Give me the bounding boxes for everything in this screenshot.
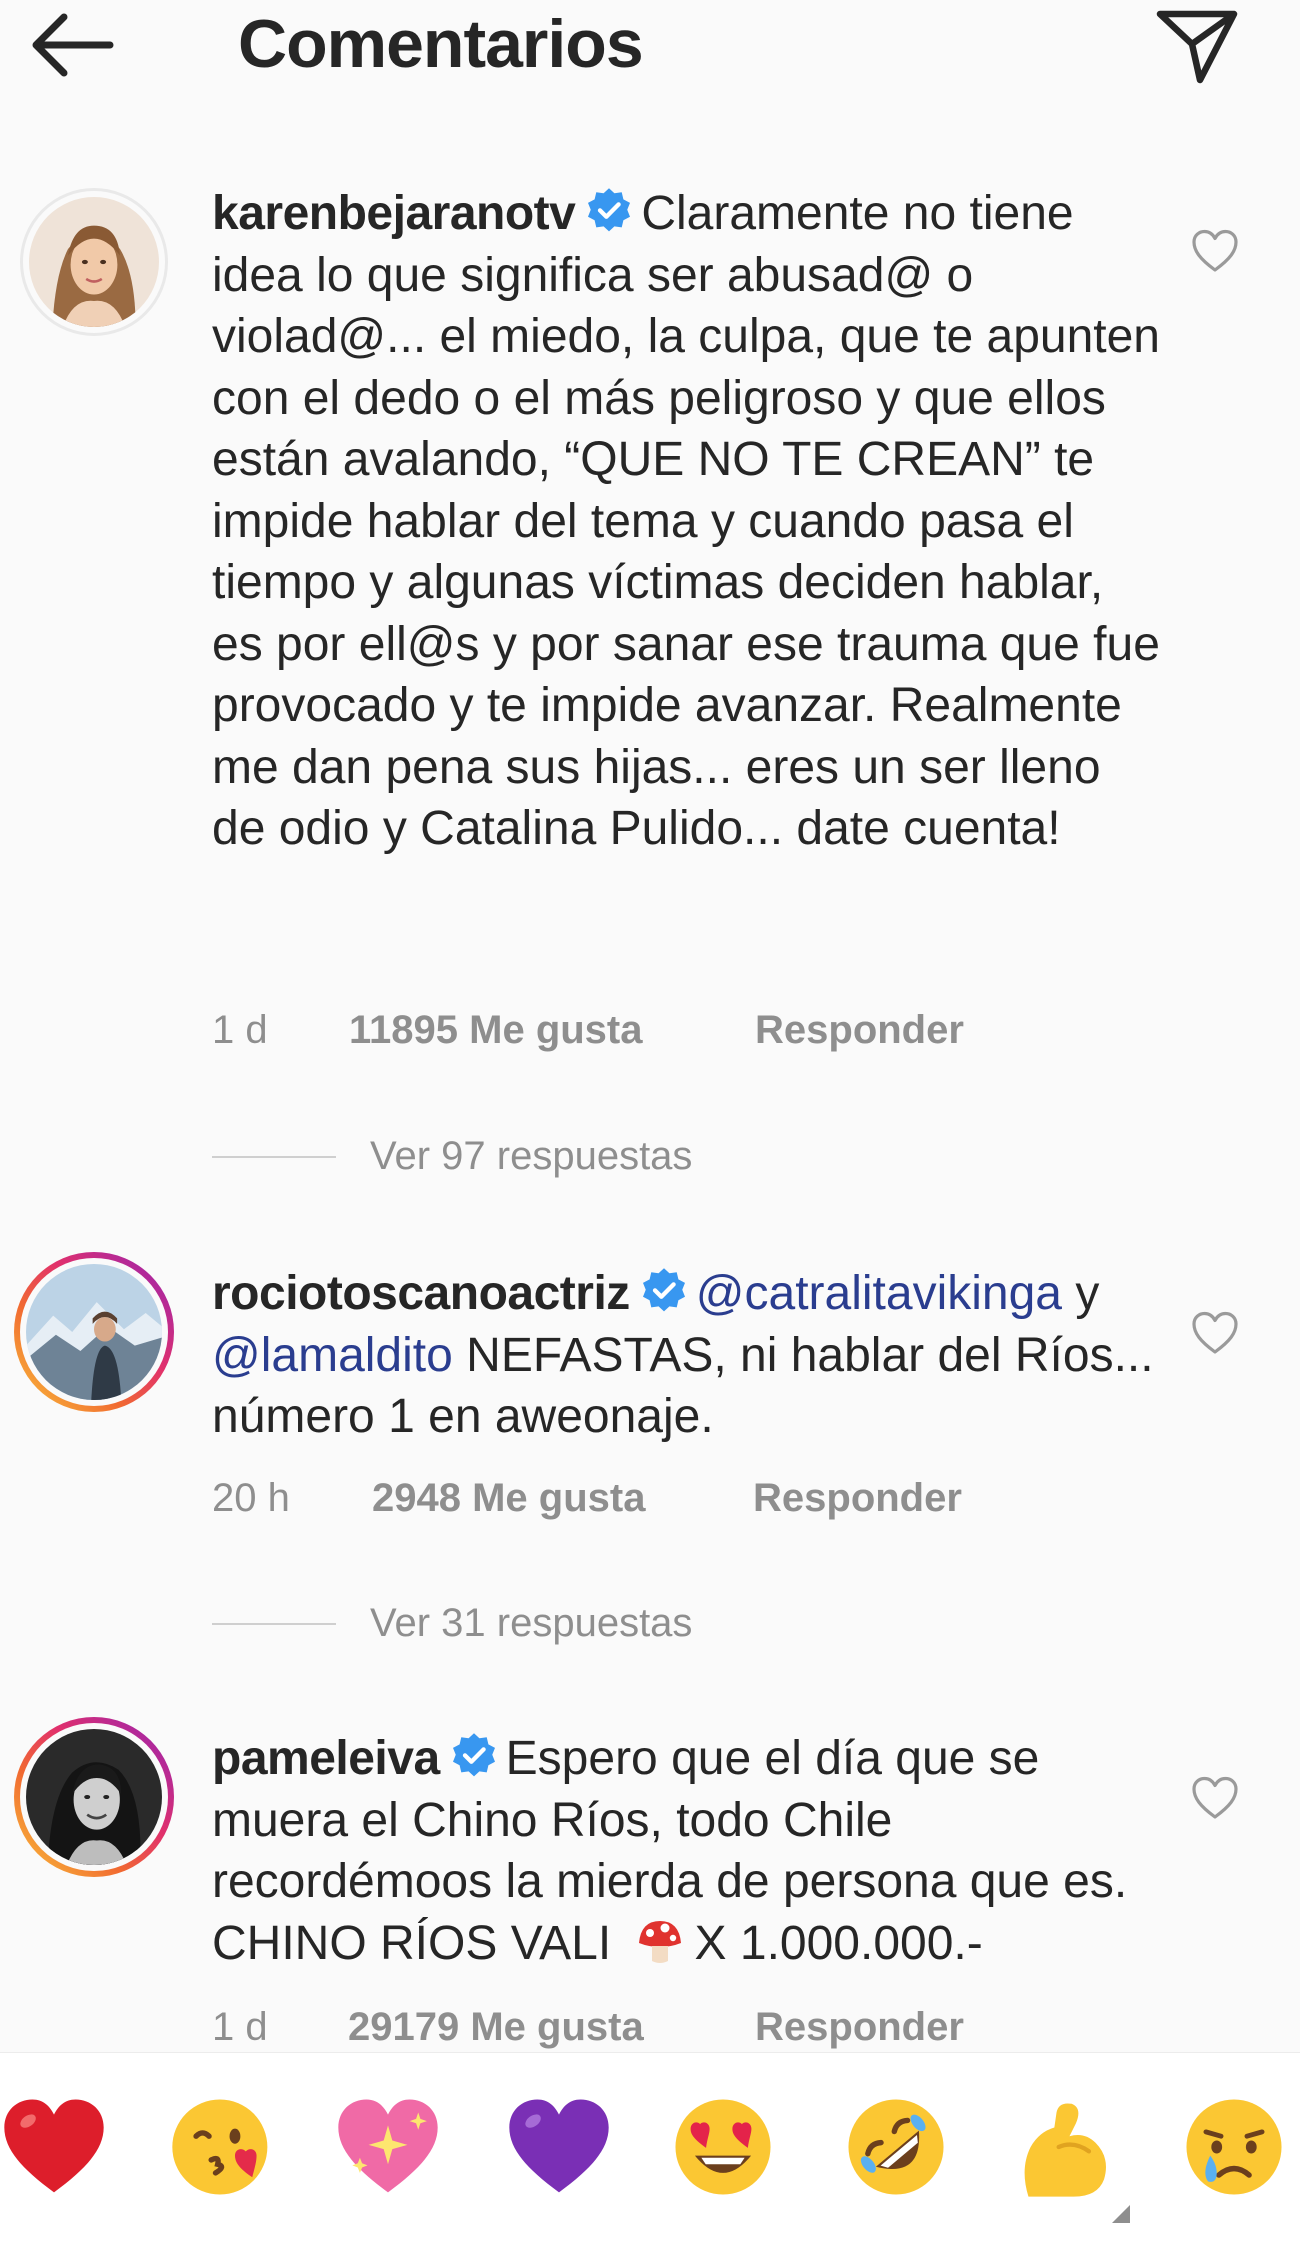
page-title: Comentarios [238, 6, 644, 82]
resize-handle-icon [1112, 2205, 1130, 2223]
heart-outline-icon [1192, 229, 1238, 272]
verified-badge-icon [642, 1268, 685, 1312]
avatar[interactable] [20, 188, 168, 336]
comment-username[interactable]: rociotoscanoactriz [212, 1267, 630, 1320]
comment-time: 1 d [212, 2005, 268, 2049]
arrow-left-icon [32, 13, 114, 77]
verified-badge-icon [588, 188, 631, 232]
face-blowing-kiss-emoji[interactable] [168, 2093, 276, 2201]
comment-text-after: X 1.000.000.- [694, 1916, 983, 1970]
reply-button[interactable]: Responder [755, 1008, 964, 1053]
like-button[interactable] [1190, 1310, 1240, 1356]
divider-line [212, 1156, 336, 1158]
comment-body: karenbejaranotv Claramente no tiene idea … [212, 183, 1162, 860]
avatar[interactable] [14, 1252, 174, 1412]
red-heart-emoji[interactable] [0, 2093, 108, 2201]
reply-button[interactable]: Responder [753, 1476, 962, 1521]
comment-username[interactable]: karenbejaranotv [212, 187, 576, 240]
heart-eyes-emoji[interactable] [669, 2093, 777, 2201]
comment-text: Claramente no tiene idea lo que signific… [212, 187, 1160, 855]
reply-button[interactable]: Responder [755, 2005, 964, 2050]
share-button[interactable] [1152, 4, 1242, 88]
verified-badge-icon [452, 1733, 495, 1777]
view-replies-label: Ver 97 respuestas [370, 1134, 693, 1178]
like-button[interactable] [1190, 228, 1240, 274]
view-replies-label: Ver 31 respuestas [370, 1601, 693, 1645]
header: Comentarios [0, 0, 1300, 90]
likes-count[interactable]: 29179 Me gusta [348, 2005, 644, 2050]
comment-username[interactable]: pameleiva [212, 1732, 440, 1785]
sparkling-heart-emoji[interactable] [334, 2093, 442, 2201]
like-button[interactable] [1190, 1775, 1240, 1821]
mushroom-emoji-icon [638, 1920, 681, 1963]
comment-body: rociotoscanoactriz @catralitavikinga y @l… [212, 1263, 1162, 1448]
divider-line [212, 1623, 336, 1625]
avatar[interactable] [14, 1717, 174, 1877]
purple-heart-emoji[interactable] [505, 2093, 613, 2201]
emoji-reaction-bar [0, 2052, 1300, 2252]
comment-time: 1 d [212, 1008, 268, 1052]
mention-link[interactable]: @lamaldito [212, 1329, 453, 1382]
back-button[interactable] [24, 5, 124, 85]
comment-connector: y [1075, 1267, 1100, 1320]
likes-count[interactable]: 2948 Me gusta [372, 1476, 645, 1521]
heart-outline-icon [1192, 1776, 1238, 1819]
comment-body: pameleiva Espero que el día que se muera … [212, 1728, 1162, 1974]
crying-face-emoji[interactable] [1180, 2093, 1288, 2201]
flexed-biceps-emoji[interactable] [1009, 2093, 1117, 2201]
likes-count[interactable]: 11895 Me gusta [349, 1008, 643, 1053]
rolling-on-floor-laughing-emoji[interactable] [842, 2093, 950, 2201]
send-icon [1156, 10, 1238, 84]
mention-link[interactable]: @catralitavikinga [696, 1267, 1062, 1320]
heart-outline-icon [1192, 1311, 1238, 1354]
comment-time: 20 h [212, 1476, 290, 1520]
